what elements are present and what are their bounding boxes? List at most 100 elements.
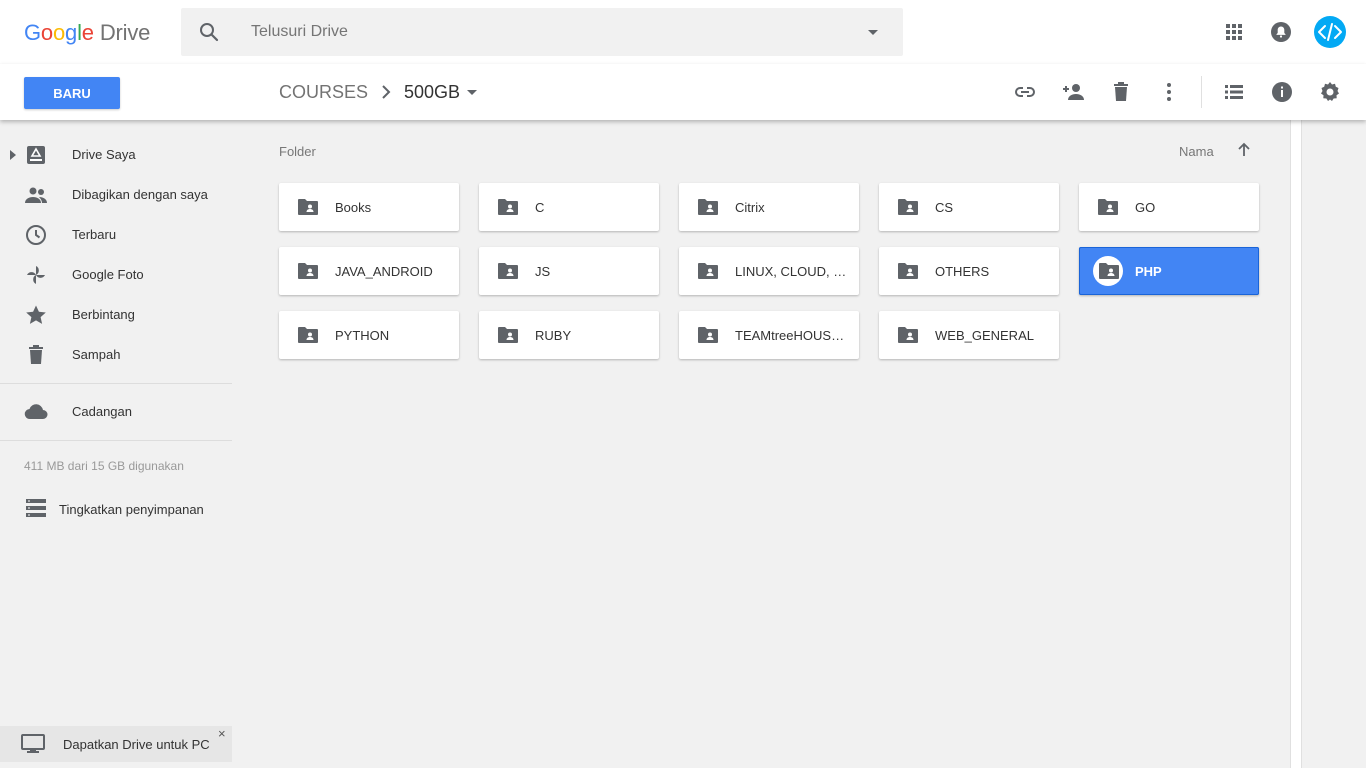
folder-tile[interactable]: CS xyxy=(879,183,1059,231)
logo-letter: o xyxy=(52,20,66,45)
shared-folder-icon xyxy=(498,199,518,215)
folder-tile[interactable]: PYTHON xyxy=(279,311,459,359)
sidebar-divider xyxy=(0,440,232,441)
expand-arrow-icon[interactable] xyxy=(8,149,18,161)
notifications-icon[interactable] xyxy=(1269,20,1293,44)
folder-name: PYTHON xyxy=(335,328,390,343)
storage-usage-text: 411 MB dari 15 GB digunakan xyxy=(24,459,184,473)
chevron-right-icon xyxy=(382,85,391,99)
breadcrumb-current[interactable]: 500GB xyxy=(404,82,460,103)
sidebar-item-label: Cadangan xyxy=(72,404,132,419)
settings-icon[interactable] xyxy=(1318,80,1342,104)
logo-letter: e xyxy=(81,20,94,45)
get-link-icon[interactable] xyxy=(1013,80,1037,104)
search-options-dropdown-icon[interactable] xyxy=(861,20,885,44)
folder-tile[interactable]: TEAMtreeHOUSE... xyxy=(679,311,859,359)
folders-section-heading: Folder xyxy=(279,144,316,159)
folder-name: JS xyxy=(535,264,551,279)
desktop-app-promo[interactable]: Dapatkan Drive untuk PC × xyxy=(0,726,232,762)
folder-tile[interactable]: JS xyxy=(479,247,659,295)
shared-folder-icon xyxy=(298,263,318,279)
computer-icon xyxy=(21,734,45,753)
folder-tile[interactable]: LINUX, CLOUD, D... xyxy=(679,247,859,295)
sidebar-item-backups[interactable]: Cadangan xyxy=(0,392,232,432)
sidebar-item-shared[interactable]: Dibagikan dengan saya xyxy=(0,175,232,215)
folder-name: C xyxy=(535,200,545,215)
sidebar-divider xyxy=(0,383,232,384)
sort-ascending-icon[interactable] xyxy=(1234,140,1254,160)
sidebar-item-label: Drive Saya xyxy=(72,147,136,162)
shared-folder-icon xyxy=(1098,199,1118,215)
folder-name: Citrix xyxy=(735,200,765,215)
shared-folder-icon xyxy=(498,263,518,279)
folder-name: WEB_GENERAL xyxy=(935,328,1034,343)
sidebar-item-label: Google Foto xyxy=(72,267,144,282)
recent-icon xyxy=(26,225,46,245)
toolbar-divider xyxy=(1201,76,1202,108)
shared-folder-icon xyxy=(698,263,718,279)
more-icon[interactable] xyxy=(1157,80,1181,104)
folder-tile[interactable]: OTHERS xyxy=(879,247,1059,295)
breadcrumb-parent[interactable]: COURSES xyxy=(279,82,368,103)
file-browser: Folder Nama Books C Citrix CS GO JAVA_ANDROID… xyxy=(232,120,1290,768)
photos-icon xyxy=(27,266,45,284)
upgrade-storage-label: Tingkatkan penyimpanan xyxy=(59,502,204,517)
folder-tile[interactable]: JAVA_ANDROID xyxy=(279,247,459,295)
folder-name: OTHERS xyxy=(935,264,990,279)
info-icon[interactable] xyxy=(1270,80,1294,104)
sidebar-item-label: Berbintang xyxy=(72,307,135,322)
google-drive-logo[interactable]: Google Drive xyxy=(24,20,150,46)
folder-tile[interactable]: RUBY xyxy=(479,311,659,359)
folder-name: GO xyxy=(1135,200,1156,215)
folder-name: JAVA_ANDROID xyxy=(335,264,433,279)
sidebar-item-photos[interactable]: Google Foto xyxy=(0,255,232,295)
folder-tile[interactable]: Citrix xyxy=(679,183,859,231)
folder-name: PHP xyxy=(1135,264,1162,279)
shared-icon xyxy=(25,187,47,203)
storage-icon xyxy=(26,499,46,517)
sidebar-item-trash[interactable]: Sampah xyxy=(0,335,232,375)
search-bar xyxy=(181,8,903,56)
search-input[interactable] xyxy=(251,20,811,44)
shared-folder-icon xyxy=(298,327,318,343)
code-icon xyxy=(1318,23,1342,41)
shared-folder-icon xyxy=(898,263,918,279)
folder-name: Books xyxy=(335,200,372,215)
trash-icon xyxy=(29,345,43,364)
folder-name: LINUX, CLOUD, D... xyxy=(735,264,849,279)
logo-letter: o xyxy=(40,20,53,45)
folder-tile[interactable]: C xyxy=(479,183,659,231)
action-toolbar: BARU COURSES 500GB xyxy=(0,64,1366,120)
shared-folder-icon xyxy=(1099,263,1119,279)
promo-label: Dapatkan Drive untuk PC xyxy=(63,737,210,752)
upgrade-storage-link[interactable]: Tingkatkan penyimpanan xyxy=(0,488,232,528)
shared-folder-icon xyxy=(898,327,918,343)
chevron-down-icon[interactable] xyxy=(462,82,482,102)
folder-tile[interactable]: GO xyxy=(1079,183,1259,231)
new-button[interactable]: BARU xyxy=(24,77,120,109)
share-icon[interactable] xyxy=(1061,80,1085,104)
delete-icon[interactable] xyxy=(1109,80,1133,104)
sidebar-item-my-drive[interactable]: Drive Saya xyxy=(0,135,232,175)
search-icon[interactable] xyxy=(197,20,221,44)
shared-folder-icon xyxy=(498,327,518,343)
folder-name: CS xyxy=(935,200,954,215)
account-avatar[interactable] xyxy=(1314,16,1346,48)
folder-tile[interactable]: WEB_GENERAL xyxy=(879,311,1059,359)
sidebar: Drive Saya Dibagikan dengan saya Terbaru… xyxy=(0,120,232,768)
sidebar-item-label: Dibagikan dengan saya xyxy=(72,187,208,202)
list-view-icon[interactable] xyxy=(1222,80,1246,104)
folder-tile[interactable]: PHP xyxy=(1079,247,1259,295)
sort-by-name[interactable]: Nama xyxy=(1179,144,1214,159)
folder-tile[interactable]: Books xyxy=(279,183,459,231)
sidebar-item-starred[interactable]: Berbintang xyxy=(0,295,232,335)
shared-folder-icon xyxy=(698,199,718,215)
my-drive-icon xyxy=(27,146,45,164)
star-icon xyxy=(26,305,46,324)
sidebar-item-recent[interactable]: Terbaru xyxy=(0,215,232,255)
cloud-icon xyxy=(24,404,48,420)
details-panel-rail xyxy=(1290,120,1302,768)
apps-grid-icon[interactable] xyxy=(1222,20,1246,44)
close-icon[interactable]: × xyxy=(218,726,226,741)
logo-letter: G xyxy=(24,20,41,45)
